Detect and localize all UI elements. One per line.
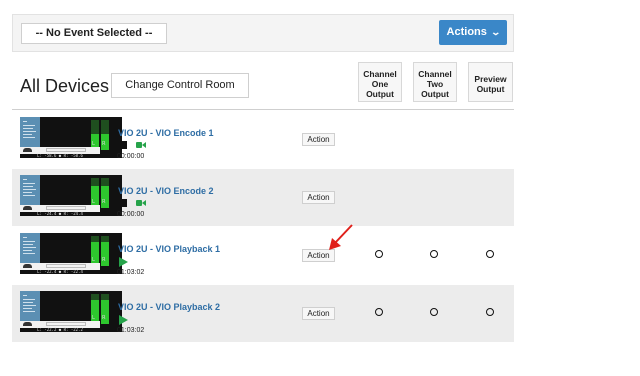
column-header-line: Channel: [418, 69, 452, 79]
column-header-line: Two: [426, 79, 444, 89]
device-preview-thumbnail[interactable]: L R L: -24.4 ● R: -24.4: [20, 175, 122, 216]
cloud-icon: [23, 206, 32, 210]
device-name-link[interactable]: VIO 2U - VIO Encode 2: [118, 186, 214, 196]
audio-levels-readout: L: -22.2 ● R: -22.2: [37, 327, 83, 332]
event-select[interactable]: -- No Event Selected --: [21, 23, 167, 44]
meter-label-right: R: [102, 199, 106, 205]
device-preview-thumbnail[interactable]: L R L: -22.2 ● R: -22.2: [20, 291, 122, 332]
device-row: L R L: -22.4 ● R: -22.4 VIO 2U - VIO Playba…: [12, 227, 514, 284]
device-name-link[interactable]: VIO 2U - VIO Playback 1: [118, 244, 220, 254]
audio-levels-readout: L: -24.4 ● R: -24.4: [37, 211, 83, 216]
annotation-arrow-icon: [329, 224, 353, 250]
cloud-icon: [23, 264, 32, 268]
camera-icon[interactable]: [136, 141, 146, 149]
column-header-channel-one-output: Channel One Output: [358, 62, 402, 102]
audio-levels-readout: L: -22.4 ● R: -22.4: [37, 269, 83, 274]
event-toolbar: -- No Event Selected -- Actions ⌄: [12, 14, 514, 52]
device-preview-thumbnail[interactable]: L R L: -22.4 ● R: -22.4: [20, 233, 122, 274]
thumbnail-info-panel: [20, 117, 40, 147]
cloud-icon: [23, 148, 32, 152]
play-icon[interactable]: [119, 257, 128, 267]
column-header-line: Output: [421, 89, 449, 99]
device-row: L R L: -22.2 ● R: -22.2 VIO 2U - VIO Playba…: [12, 285, 514, 342]
channel-two-output-radio[interactable]: [430, 308, 438, 316]
device-timecode: 00:00:00: [117, 153, 145, 160]
device-row: L R L: -24.4 ● R: -24.4 VIO 2U - VIO Encode…: [12, 169, 514, 226]
change-control-room-button[interactable]: Change Control Room: [111, 73, 249, 98]
actions-dropdown-button[interactable]: Actions ⌄: [439, 20, 507, 45]
column-header-line: Output: [366, 89, 394, 99]
device-action-button[interactable]: Action: [302, 307, 335, 320]
chevron-down-icon: ⌄: [490, 27, 501, 37]
preview-output-radio[interactable]: [486, 308, 494, 316]
column-header-line: Output: [476, 84, 505, 94]
thumbnail-info-panel: [20, 291, 40, 321]
stop-icon[interactable]: [119, 199, 127, 207]
cloud-icon: [23, 322, 32, 326]
column-header-line: One: [371, 79, 389, 89]
thumbnail-info-panel: [20, 175, 40, 205]
actions-button-label: Actions: [446, 26, 487, 38]
device-timecode: 01:03:02: [117, 269, 145, 276]
preview-output-radio[interactable]: [486, 250, 494, 258]
channel-one-output-radio[interactable]: [375, 308, 383, 316]
camera-icon[interactable]: [136, 199, 146, 207]
device-preview-thumbnail[interactable]: L R L: -58.6 ● R: -58.6: [20, 117, 122, 158]
device-timecode: 01:03:02: [117, 327, 145, 334]
device-action-button[interactable]: Action: [302, 133, 335, 146]
page-title: All Devices: [20, 76, 110, 96]
audio-levels-readout: L: -58.6 ● R: -58.6: [37, 153, 83, 158]
device-timecode: 00:00:00: [117, 211, 145, 218]
thumbnail-info-panel: [20, 233, 40, 263]
meter-label-right: R: [102, 141, 106, 147]
column-header-preview-output: Preview Output: [468, 62, 513, 102]
meter-label-right: R: [102, 315, 106, 321]
stop-icon[interactable]: [119, 141, 127, 149]
device-name-link[interactable]: VIO 2U - VIO Encode 1: [118, 128, 214, 138]
play-icon[interactable]: [119, 315, 128, 325]
table-divider: [12, 109, 514, 110]
device-action-button[interactable]: Action: [302, 191, 335, 204]
channel-one-output-radio[interactable]: [375, 250, 383, 258]
column-header-channel-two-output: Channel Two Output: [413, 62, 457, 102]
device-row: L R L: -58.6 ● R: -58.6 VIO 2U - VIO Encode…: [12, 111, 514, 168]
meter-label-right: R: [102, 257, 106, 263]
column-header-line: Preview: [474, 74, 507, 84]
device-name-link[interactable]: VIO 2U - VIO Playback 2: [118, 302, 220, 312]
column-header-line: Channel: [363, 69, 397, 79]
channel-two-output-radio[interactable]: [430, 250, 438, 258]
